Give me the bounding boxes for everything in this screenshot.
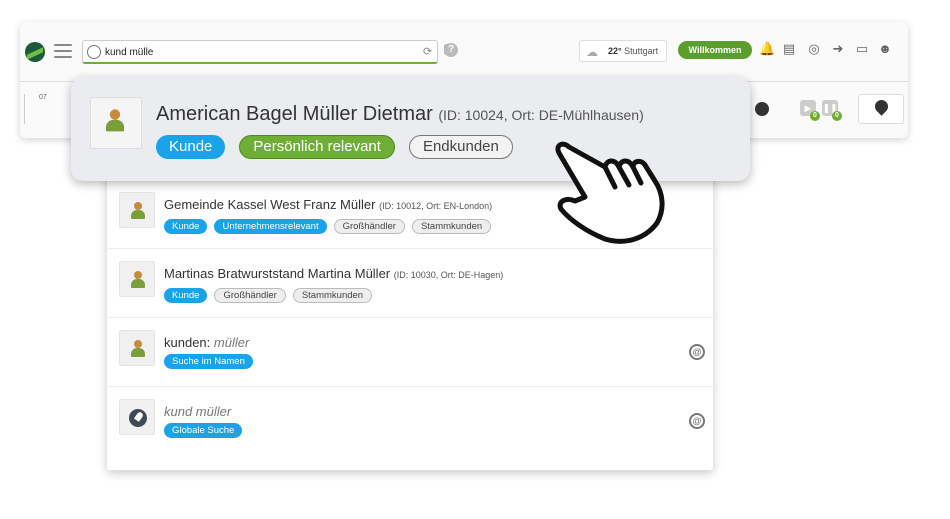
calendar-day-label: 07 bbox=[39, 94, 47, 101]
result-title: Martinas Bratwurststand Martina Müller (… bbox=[164, 266, 503, 281]
result-name: Martinas Bratwurststand Martina Müller bbox=[164, 266, 391, 281]
search-icon bbox=[87, 45, 101, 59]
person-icon bbox=[130, 271, 146, 289]
tag-stammkunden[interactable]: Stammkunden bbox=[292, 288, 373, 303]
weather-temperature: 22° bbox=[608, 46, 622, 56]
menu-icon[interactable] bbox=[54, 44, 72, 58]
at-sign-icon[interactable]: @ bbox=[689, 344, 705, 360]
suggestion-title: kunden: müller bbox=[164, 335, 249, 350]
result-tags: Kunde Großhändler Stammkunden bbox=[164, 288, 373, 303]
bell-icon[interactable]: 🔔 bbox=[759, 42, 775, 56]
pointing-hand-icon bbox=[555, 141, 665, 244]
customer-avatar bbox=[119, 192, 155, 228]
suggestion-tags: Suche im Namen bbox=[164, 354, 253, 369]
result-tags: Kunde Unternehmensrelevant Großhändler S… bbox=[164, 219, 492, 234]
screen: ⟳ ? ☁ 22° Stuttgart Willkommen 🔔 ▤ ◎ ➜ ▭… bbox=[0, 0, 950, 519]
global-search-avatar bbox=[119, 399, 155, 435]
headset-icon[interactable]: ◎ bbox=[807, 42, 821, 56]
global-search-suggestion[interactable]: kund müller Globale Suche @ bbox=[107, 387, 713, 456]
tag-kunde[interactable]: Kunde bbox=[164, 219, 208, 234]
help-icon[interactable]: ? bbox=[444, 43, 458, 57]
result-title: Gemeinde Kassel West Franz Müller (ID: 1… bbox=[164, 197, 492, 212]
search-input[interactable] bbox=[105, 43, 385, 61]
result-name: Gemeinde Kassel West Franz Müller bbox=[164, 197, 376, 212]
tag-stammkunden[interactable]: Stammkunden bbox=[411, 219, 492, 234]
tag-suche-im-namen[interactable]: Suche im Namen bbox=[164, 354, 253, 369]
welcome-button[interactable]: Willkommen bbox=[678, 41, 752, 59]
person-icon bbox=[105, 109, 126, 132]
person-icon bbox=[130, 202, 146, 220]
customer-avatar bbox=[90, 97, 142, 149]
suggestion-prefix: kunden: bbox=[164, 335, 211, 350]
card-title: American Bagel Müller Dietmar (ID: 10024… bbox=[156, 103, 644, 126]
suggestion-query: kund müller bbox=[164, 404, 232, 419]
tag-grosshaendler[interactable]: Großhändler bbox=[333, 219, 405, 234]
media-controls: ▶ 0 ❚❚ 0 bbox=[796, 94, 844, 124]
suggestion-tags: Globale Suche bbox=[164, 423, 243, 438]
weather-widget[interactable]: ☁ 22° Stuttgart bbox=[579, 40, 667, 62]
profile-pin-widget[interactable] bbox=[858, 94, 904, 124]
tag-globale-suche[interactable]: Globale Suche bbox=[164, 423, 243, 438]
customer-avatar bbox=[119, 261, 155, 297]
tag-kunde[interactable]: Kunde bbox=[156, 135, 226, 159]
forward-icon[interactable]: ➜ bbox=[831, 42, 845, 56]
tag-unternehmensrelevant[interactable]: Unternehmensrelevant bbox=[214, 219, 327, 234]
reload-icon[interactable]: ⟳ bbox=[423, 45, 432, 58]
timer-icon[interactable] bbox=[750, 94, 780, 124]
result-meta: (ID: 10012, Ort: EN-London) bbox=[379, 201, 493, 211]
suggestion-title: kund müller bbox=[164, 404, 231, 419]
suggestion-query: müller bbox=[213, 335, 250, 350]
tag-persoenlich-relevant[interactable]: Persönlich relevant bbox=[239, 135, 395, 159]
at-sign-icon[interactable]: @ bbox=[689, 413, 705, 429]
header-top-row: ⟳ ? ☁ 22° Stuttgart Willkommen 🔔 ▤ ◎ ➜ ▭… bbox=[20, 22, 908, 82]
tag-kunde[interactable]: Kunde bbox=[164, 288, 208, 303]
app-logo-icon[interactable] bbox=[25, 42, 45, 62]
support-agent-icon[interactable]: ☻ bbox=[878, 42, 892, 56]
search-bar[interactable]: ⟳ bbox=[82, 40, 450, 64]
tag-endkunden[interactable]: Endkunden bbox=[408, 135, 513, 159]
weather-cloud-icon: ☁ bbox=[586, 45, 598, 59]
result-item[interactable]: Martinas Bratwurststand Martina Müller (… bbox=[107, 249, 713, 318]
weather-label: 22° Stuttgart bbox=[608, 46, 658, 56]
calendar-day[interactable]: 07 bbox=[24, 94, 64, 124]
card-name: American Bagel Müller Dietmar bbox=[156, 103, 433, 125]
location-pin-icon bbox=[872, 97, 891, 116]
weather-city: Stuttgart bbox=[624, 46, 659, 56]
card-meta: (ID: 10024, Ort: DE-Mühlhausen) bbox=[438, 107, 644, 123]
contact-card-icon[interactable]: ▤ bbox=[782, 42, 796, 56]
search-in-name-suggestion[interactable]: kunden: müller Suche im Namen @ bbox=[107, 318, 713, 387]
pause-count-badge: 0 bbox=[832, 111, 842, 121]
tag-grosshaendler[interactable]: Großhändler bbox=[214, 288, 286, 303]
result-meta: (ID: 10030, Ort: DE-Hagen) bbox=[393, 270, 504, 280]
card-tags: Kunde Persönlich relevant Endkunden bbox=[156, 135, 513, 159]
play-count-badge: 0 bbox=[810, 111, 820, 121]
customer-avatar bbox=[119, 330, 155, 366]
rocket-icon bbox=[129, 409, 147, 427]
person-icon bbox=[130, 340, 146, 358]
monitor-icon[interactable]: ▭ bbox=[855, 42, 869, 56]
